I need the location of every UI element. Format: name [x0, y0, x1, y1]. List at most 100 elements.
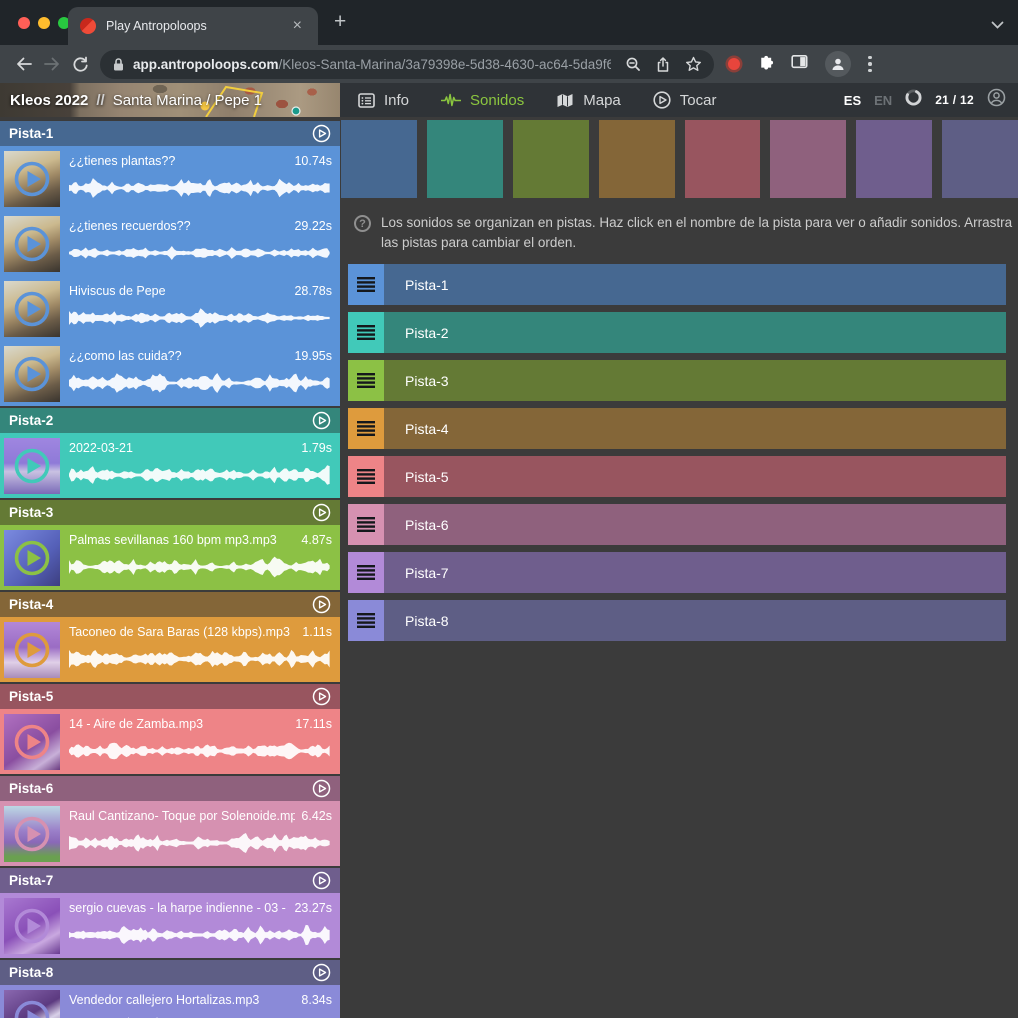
clip-item[interactable]: ¿¿tienes recuerdos??29.22s — [0, 211, 340, 276]
clip-item[interactable]: Taconeo de Sara Baras (128 kbps).mp31.11… — [0, 617, 340, 682]
clip-play-overlay-icon[interactable] — [4, 806, 60, 862]
track-row[interactable]: Pista-8 — [348, 600, 1006, 641]
track-color-swatch[interactable] — [599, 120, 675, 198]
track-color-swatch[interactable] — [513, 120, 589, 198]
clip-thumbnail[interactable] — [4, 622, 60, 678]
track-play-button[interactable] — [312, 963, 331, 982]
clip-play-overlay-icon[interactable] — [4, 346, 60, 402]
zoom-out-icon[interactable] — [625, 56, 641, 72]
clip-item[interactable]: Hiviscus de Pepe28.78s — [0, 276, 340, 341]
track-header[interactable]: Pista-8 — [0, 960, 340, 985]
track-color-swatch[interactable] — [856, 120, 932, 198]
track-drag-handle[interactable] — [348, 552, 384, 593]
clip-play-overlay-icon[interactable] — [4, 622, 60, 678]
track-row[interactable]: Pista-3 — [348, 360, 1006, 401]
extensions-puzzle-icon[interactable] — [757, 54, 774, 75]
browser-menu-icon[interactable] — [868, 56, 872, 73]
clip-item[interactable]: ¿¿como las cuida??19.95s — [0, 341, 340, 406]
track-color-swatch[interactable] — [427, 120, 503, 198]
track-color-swatch[interactable] — [942, 120, 1018, 198]
track-row-bar[interactable]: Pista-2 — [384, 312, 1006, 353]
track-play-button[interactable] — [312, 687, 331, 706]
track-color-swatch[interactable] — [685, 120, 761, 198]
clip-thumbnail[interactable] — [4, 281, 60, 337]
clip-item[interactable]: sergio cuevas - la harpe indienne - 03 -… — [0, 893, 340, 958]
track-row-bar[interactable]: Pista-3 — [384, 360, 1006, 401]
track-header[interactable]: Pista-2 — [0, 408, 340, 433]
side-panel-icon[interactable] — [791, 54, 808, 74]
profile-avatar[interactable] — [825, 51, 851, 77]
track-color-swatch[interactable] — [770, 120, 846, 198]
track-row-bar[interactable]: Pista-8 — [384, 600, 1006, 641]
clip-thumbnail[interactable] — [4, 151, 60, 207]
clip-thumbnail[interactable] — [4, 990, 60, 1018]
track-drag-handle[interactable] — [348, 312, 384, 353]
track-play-button[interactable] — [312, 871, 331, 890]
clip-item[interactable]: 14 - Aire de Zamba.mp317.11s — [0, 709, 340, 774]
clip-play-overlay-icon[interactable] — [4, 990, 60, 1018]
nav-item-info[interactable]: Info — [358, 92, 409, 109]
clip-item[interactable]: 2022-03-211.79s — [0, 433, 340, 498]
clip-play-overlay-icon[interactable] — [4, 216, 60, 272]
track-drag-handle[interactable] — [348, 600, 384, 641]
track-play-button[interactable] — [312, 779, 331, 798]
record-extension-icon[interactable] — [728, 58, 740, 70]
breadcrumb-project[interactable]: Kleos 2022 — [10, 92, 88, 109]
project-banner-image[interactable]: Kleos 2022 // Santa Marina / Pepe 1 — [0, 83, 340, 117]
nav-item-tocar[interactable]: Tocar — [653, 91, 717, 109]
track-header[interactable]: Pista-1 — [0, 121, 340, 146]
reload-button[interactable] — [66, 50, 94, 78]
track-play-button[interactable] — [312, 124, 331, 143]
traffic-light-minimize[interactable] — [38, 17, 50, 29]
url-bar[interactable]: app.antropoloops.com/Kleos-Santa-Marina/… — [100, 50, 714, 79]
track-header[interactable]: Pista-7 — [0, 868, 340, 893]
clip-item[interactable]: Raul Cantizano- Toque por Solenoide.mp36… — [0, 801, 340, 866]
clip-item[interactable]: Palmas sevillanas 160 bpm mp3.mp34.87s — [0, 525, 340, 590]
track-row-bar[interactable]: Pista-4 — [384, 408, 1006, 449]
track-drag-handle[interactable] — [348, 504, 384, 545]
track-row[interactable]: Pista-2 — [348, 312, 1006, 353]
clip-thumbnail[interactable] — [4, 530, 60, 586]
track-row[interactable]: Pista-6 — [348, 504, 1006, 545]
clip-play-overlay-icon[interactable] — [4, 714, 60, 770]
track-row-bar[interactable]: Pista-7 — [384, 552, 1006, 593]
track-header[interactable]: Pista-4 — [0, 592, 340, 617]
traffic-light-close[interactable] — [18, 17, 30, 29]
track-drag-handle[interactable] — [348, 456, 384, 497]
clip-thumbnail[interactable] — [4, 346, 60, 402]
track-row[interactable]: Pista-4 — [348, 408, 1006, 449]
clip-play-overlay-icon[interactable] — [4, 898, 60, 954]
track-color-swatch[interactable] — [341, 120, 417, 198]
lang-en-button[interactable]: EN — [874, 93, 892, 108]
track-row-bar[interactable]: Pista-5 — [384, 456, 1006, 497]
track-drag-handle[interactable] — [348, 264, 384, 305]
track-play-button[interactable] — [312, 411, 331, 430]
track-row[interactable]: Pista-5 — [348, 456, 1006, 497]
track-row[interactable]: Pista-1 — [348, 264, 1006, 305]
track-row[interactable]: Pista-7 — [348, 552, 1006, 593]
new-tab-button[interactable]: + — [334, 12, 346, 32]
clip-play-overlay-icon[interactable] — [4, 438, 60, 494]
track-header[interactable]: Pista-5 — [0, 684, 340, 709]
clip-thumbnail[interactable] — [4, 714, 60, 770]
track-play-button[interactable] — [312, 595, 331, 614]
clip-play-overlay-icon[interactable] — [4, 281, 60, 337]
track-play-button[interactable] — [312, 503, 331, 522]
track-row-bar[interactable]: Pista-1 — [384, 264, 1006, 305]
clip-play-overlay-icon[interactable] — [4, 530, 60, 586]
tab-search-chevron-icon[interactable] — [991, 16, 1004, 34]
track-drag-handle[interactable] — [348, 360, 384, 401]
clip-thumbnail[interactable] — [4, 438, 60, 494]
clip-thumbnail[interactable] — [4, 806, 60, 862]
clip-item[interactable]: Vendedor callejero Hortalizas.mp38.34s — [0, 985, 340, 1018]
lang-es-button[interactable]: ES — [844, 93, 861, 108]
browser-tab[interactable]: Play Antropoloops × — [68, 7, 318, 45]
forward-button[interactable] — [38, 50, 66, 78]
account-icon[interactable] — [987, 88, 1006, 112]
clip-thumbnail[interactable] — [4, 898, 60, 954]
track-header[interactable]: Pista-3 — [0, 500, 340, 525]
tab-close-icon[interactable]: × — [289, 16, 306, 36]
share-icon[interactable] — [655, 56, 671, 73]
back-button[interactable] — [10, 50, 38, 78]
nav-item-mapa[interactable]: Mapa — [556, 92, 621, 109]
